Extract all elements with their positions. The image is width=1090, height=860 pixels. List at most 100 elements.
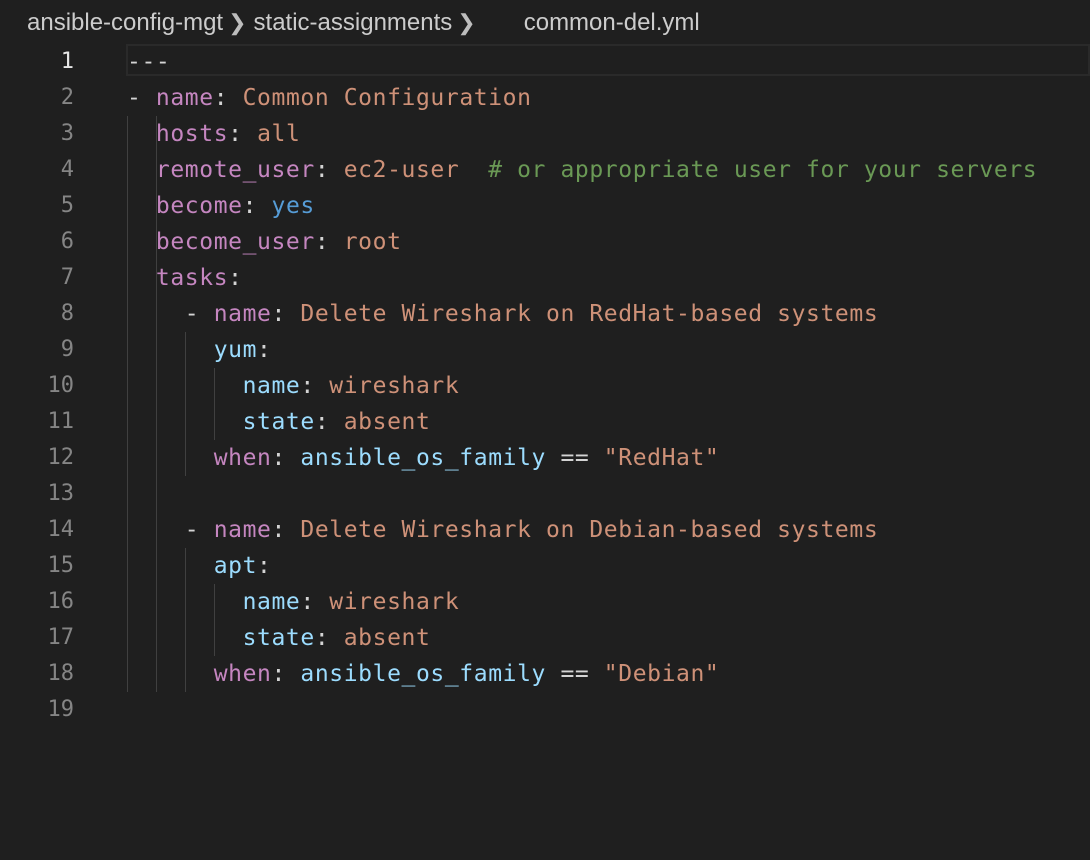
line-number: 5 [60,193,74,218]
line-number: 9 [60,337,74,362]
code-token: Delete Wireshark on RedHat-based systems [300,301,879,327]
indent-guide [185,548,186,692]
code-text: - name: Common Configuration [127,80,532,116]
code-line[interactable]: 17 state: absent [0,620,1090,656]
code-line[interactable]: 6 become_user: root [0,224,1090,260]
indent-guide [185,332,186,476]
code-text: when: ansible_os_family == "Debian" [127,656,719,692]
line-number: 15 [47,553,75,578]
code-text: remote_user: ec2-user # or appropriate u… [127,152,1037,188]
code-token: when [213,661,272,687]
code-line[interactable]: 9 yum: [0,332,1090,368]
code-token: hosts [155,121,229,147]
code-token: --- [127,49,171,75]
line-number: 13 [47,481,75,506]
code-token: : [228,265,243,291]
code-line[interactable]: 4 remote_user: ec2-user # or appropriate… [0,152,1090,188]
line-number: 7 [60,265,74,290]
code-line[interactable]: 10 name: wireshark [0,368,1090,404]
line-number: 4 [60,157,74,182]
code-token: ansible_os_family [300,445,546,471]
code-token: apt [213,553,258,579]
code-line[interactable]: 15 apt: [0,548,1090,584]
code-text: become_user: root [127,224,402,260]
line-number: 3 [60,121,74,146]
code-text: - name: Delete Wireshark on Debian-based… [127,512,878,548]
code-token: : [314,409,344,435]
chevron-right-icon: ❯ [457,10,476,35]
code-text: - name: Delete Wireshark on RedHat-based… [127,296,878,332]
code-token: name [155,85,214,111]
code-line[interactable]: 16 name: wireshark [0,584,1090,620]
code-token: : [213,85,243,111]
code-token: : [271,301,301,327]
code-text: state: absent [127,404,430,440]
code-token: absent [343,409,431,435]
breadcrumb-item-file[interactable]: common-del.yml [524,9,700,37]
code-text: apt: [127,548,271,584]
chevron-right-icon: ❯ [228,10,247,35]
code-line[interactable]: 1 --- [0,44,1090,80]
breadcrumb: ansible-config-mgt ❯ static-assignments … [27,6,700,40]
indent-guide [127,116,128,692]
code-token: - [127,517,214,543]
code-text: --- [127,44,170,80]
code-token: : [271,445,301,471]
code-token: : [257,337,272,363]
code-token: name [242,373,301,399]
code-token: == [546,445,604,471]
code-line[interactable]: 11 state: absent [0,404,1090,440]
breadcrumb-item-folder[interactable]: ansible-config-mgt [27,9,223,37]
code-line[interactable]: 3 hosts: all [0,116,1090,152]
code-line[interactable]: 2 - name: Common Configuration [0,80,1090,116]
code-token: : [271,661,301,687]
code-token: : [314,229,344,255]
code-token: ansible_os_family [300,661,546,687]
code-editor[interactable]: 1 --- 2- name: Common Configuration 3 hosts… [0,44,1090,860]
line-number: 19 [47,697,75,722]
line-number: 8 [60,301,74,326]
line-number: 16 [47,589,75,614]
code-line[interactable]: 19 [0,692,1090,728]
code-token: state [242,409,315,435]
code-token: absent [343,625,431,651]
code-token: : [314,625,344,651]
line-number: 14 [47,517,75,542]
code-token: - [127,85,156,111]
line-number: 1 [60,49,74,74]
code-token: == [546,661,604,687]
code-text: when: ansible_os_family == "RedHat" [127,440,719,476]
code-token: : [300,373,330,399]
code-token: remote_user [155,157,315,183]
code-token: : [314,157,344,183]
code-token: : [257,553,272,579]
code-text: hosts: all [127,116,300,152]
code-text: yum: [127,332,271,368]
code-line[interactable]: 14 - name: Delete Wireshark on Debian-ba… [0,512,1090,548]
code-token: : [228,121,258,147]
code-token: all [257,121,301,147]
code-line[interactable]: 12 when: ansible_os_family == "RedHat" [0,440,1090,476]
code-token: name [213,517,272,543]
breadcrumb-item-subfolder[interactable]: static-assignments [254,9,453,37]
indent-guide [214,584,215,656]
code-line[interactable]: 7 tasks: [0,260,1090,296]
code-line[interactable]: 5 become: yes [0,188,1090,224]
code-token: wireshark [329,589,460,615]
code-token: tasks [155,265,229,291]
code-token: wireshark [329,373,460,399]
line-number: 2 [60,85,74,110]
code-line[interactable]: 18 when: ansible_os_family == "Debian" [0,656,1090,692]
code-token: - [127,301,214,327]
code-line[interactable]: 8 - name: Delete Wireshark on RedHat-bas… [0,296,1090,332]
code-token: "Debian" [603,661,720,687]
line-number: 17 [47,625,75,650]
code-token: Common Configuration [242,85,532,111]
code-line[interactable]: 13 [0,476,1090,512]
code-text: name: wireshark [127,368,459,404]
